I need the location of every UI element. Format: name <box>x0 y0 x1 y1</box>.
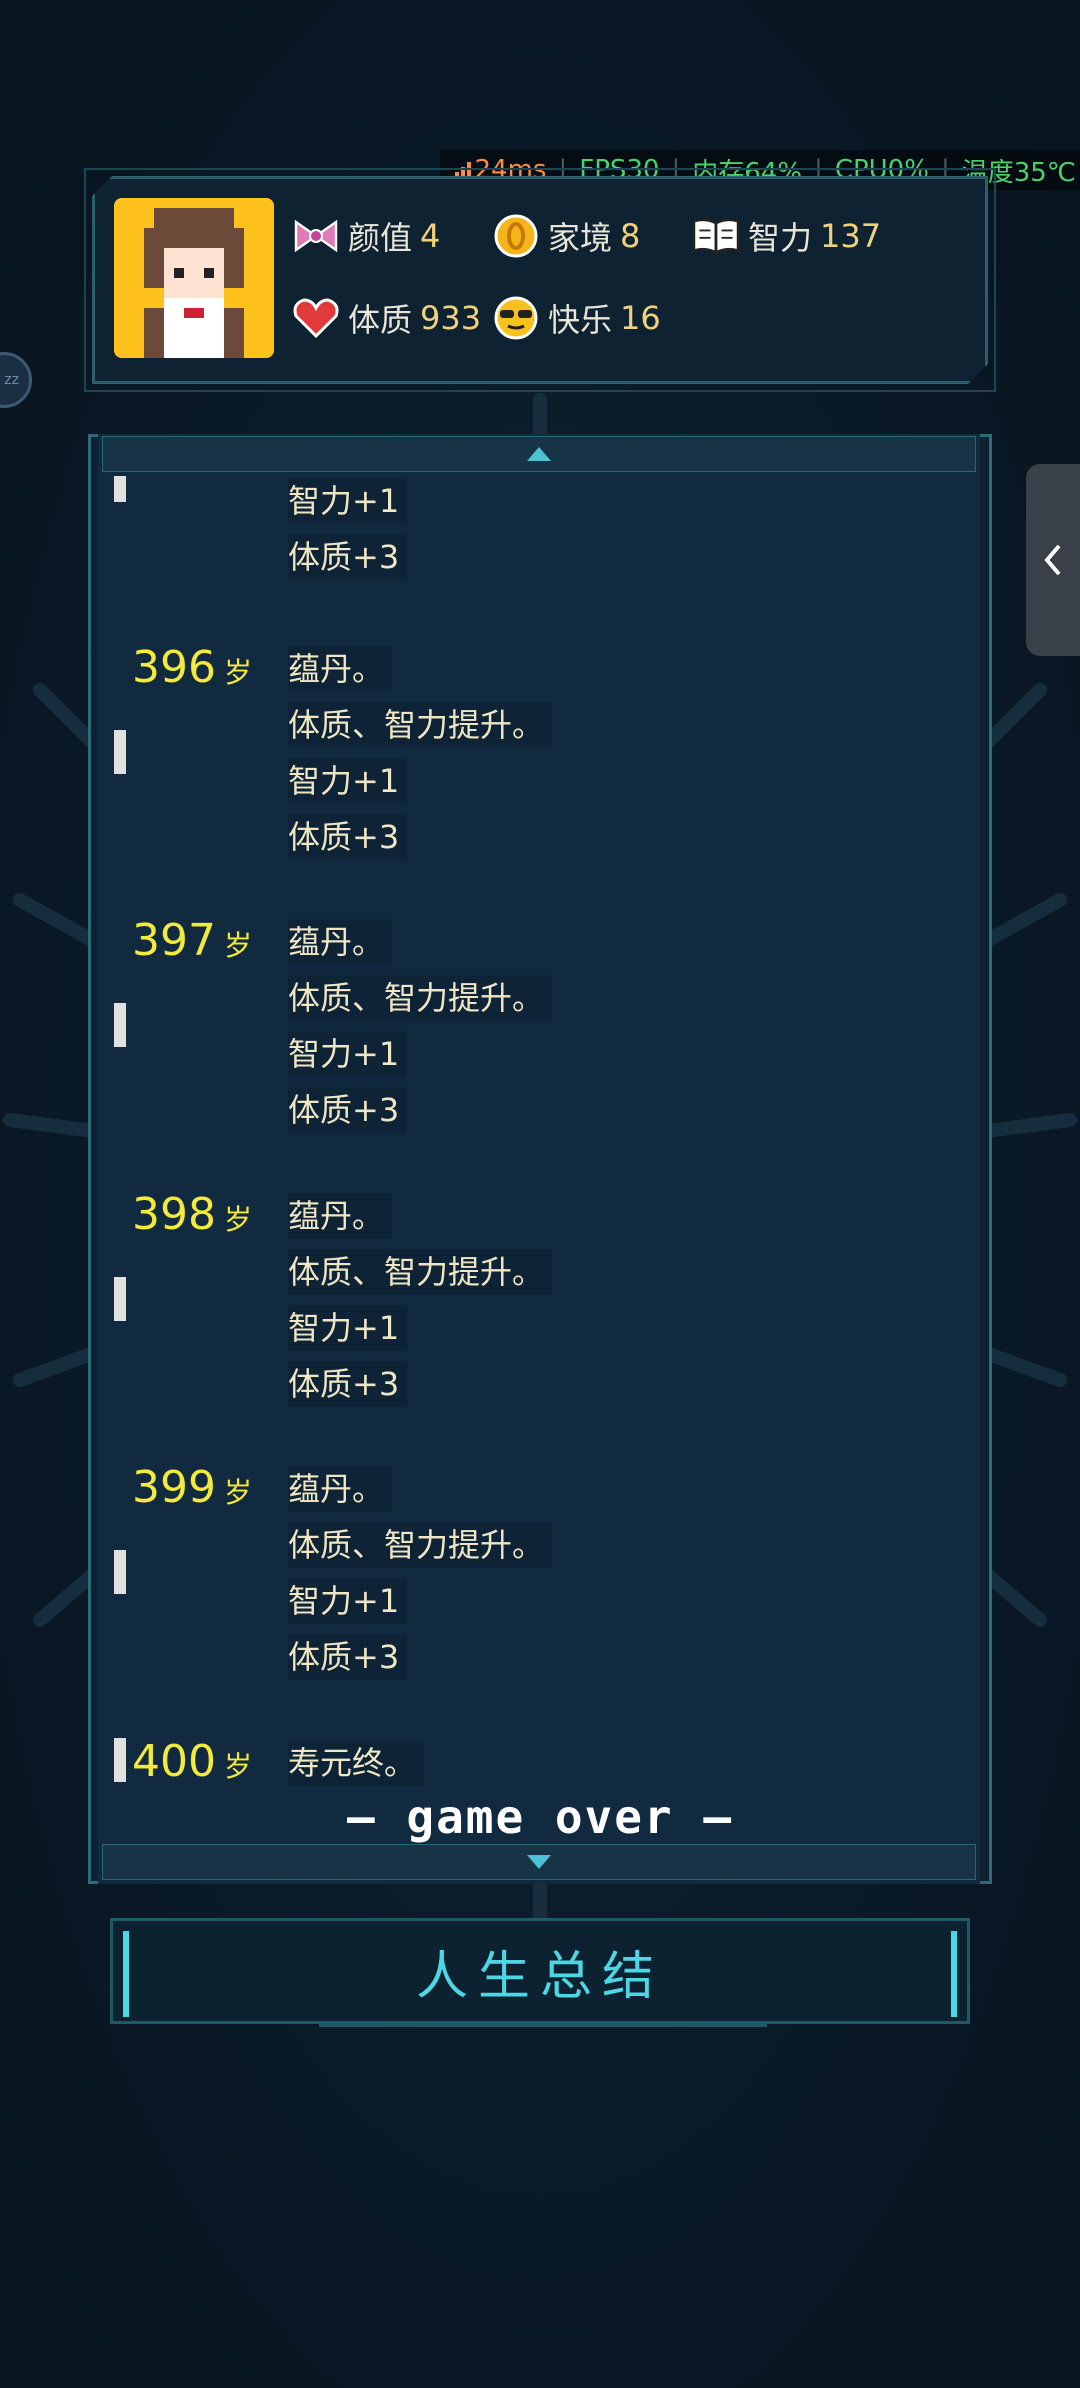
arrow-up-icon <box>527 447 551 461</box>
button-underline <box>319 2021 767 2027</box>
entry-marker <box>114 476 126 502</box>
side-panel-toggle[interactable] <box>1026 464 1080 656</box>
entry-marker <box>114 1550 126 1594</box>
entry-age: 400 岁 <box>132 1736 252 1787</box>
log-line: 智力+1 <box>288 1305 408 1351</box>
log-line: 蕴丹。 <box>288 1466 393 1512</box>
book-icon <box>692 212 740 260</box>
log-line: 蕴丹。 <box>288 1193 393 1239</box>
attr-intelligence: 智力 137 <box>692 212 881 260</box>
life-summary-label: 人生总结 <box>415 1946 664 2007</box>
log-line: 蕴丹。 <box>288 919 393 965</box>
log-line: 体质+3 <box>288 814 408 860</box>
heart-icon <box>292 294 340 342</box>
log-line: 蕴丹。 <box>288 646 393 692</box>
log-line: 智力+1 <box>288 1578 408 1624</box>
button-edge-right <box>951 1931 957 2017</box>
attr-happiness: 快乐 16 <box>492 294 661 342</box>
log-line: 体质+3 <box>288 1361 408 1407</box>
game-over-text: — game over — <box>346 1790 734 1844</box>
log-line: 寿元终。 <box>288 1740 425 1786</box>
log-line: 智力+1 <box>288 478 408 524</box>
log-line: 智力+1 <box>288 758 408 804</box>
arrow-down-icon <box>527 1855 551 1869</box>
attr-appearance: 颜值 4 <box>292 212 440 260</box>
log-line: 体质、智力提升。 <box>288 1249 553 1295</box>
scroll-down-button[interactable] <box>102 1844 976 1880</box>
log-line: 体质、智力提升。 <box>288 1522 553 1568</box>
scroll-up-button[interactable] <box>102 436 976 472</box>
log-line: 体质+3 <box>288 1087 408 1133</box>
avatar <box>114 198 274 358</box>
entry-age: 397 岁 <box>132 915 252 966</box>
entry-age: 399 岁 <box>132 1462 252 1513</box>
log-line: 体质、智力提升。 <box>288 702 553 748</box>
entry-marker <box>114 1003 126 1047</box>
entry-age: 398 岁 <box>132 1189 252 1240</box>
log-line: 体质+3 <box>288 534 408 580</box>
chevron-left-icon <box>1044 544 1061 576</box>
button-edge-left <box>123 1931 129 2017</box>
entry-marker <box>114 1277 126 1321</box>
ribbon-icon <box>292 212 340 260</box>
attr-constitution: 体质 933 <box>292 294 481 342</box>
coin-icon <box>492 212 540 260</box>
entry-marker <box>114 1738 126 1782</box>
attr-family: 家境 8 <box>492 212 640 260</box>
entry-age: 396 岁 <box>132 642 252 693</box>
sunglasses-face-icon <box>492 294 540 342</box>
log-line: 体质、智力提升。 <box>288 975 553 1021</box>
log-line: 智力+1 <box>288 1031 408 1077</box>
log-line: 体质+3 <box>288 1634 408 1680</box>
life-summary-button[interactable]: 人生总结 <box>110 1918 970 2027</box>
entry-marker <box>114 730 126 774</box>
